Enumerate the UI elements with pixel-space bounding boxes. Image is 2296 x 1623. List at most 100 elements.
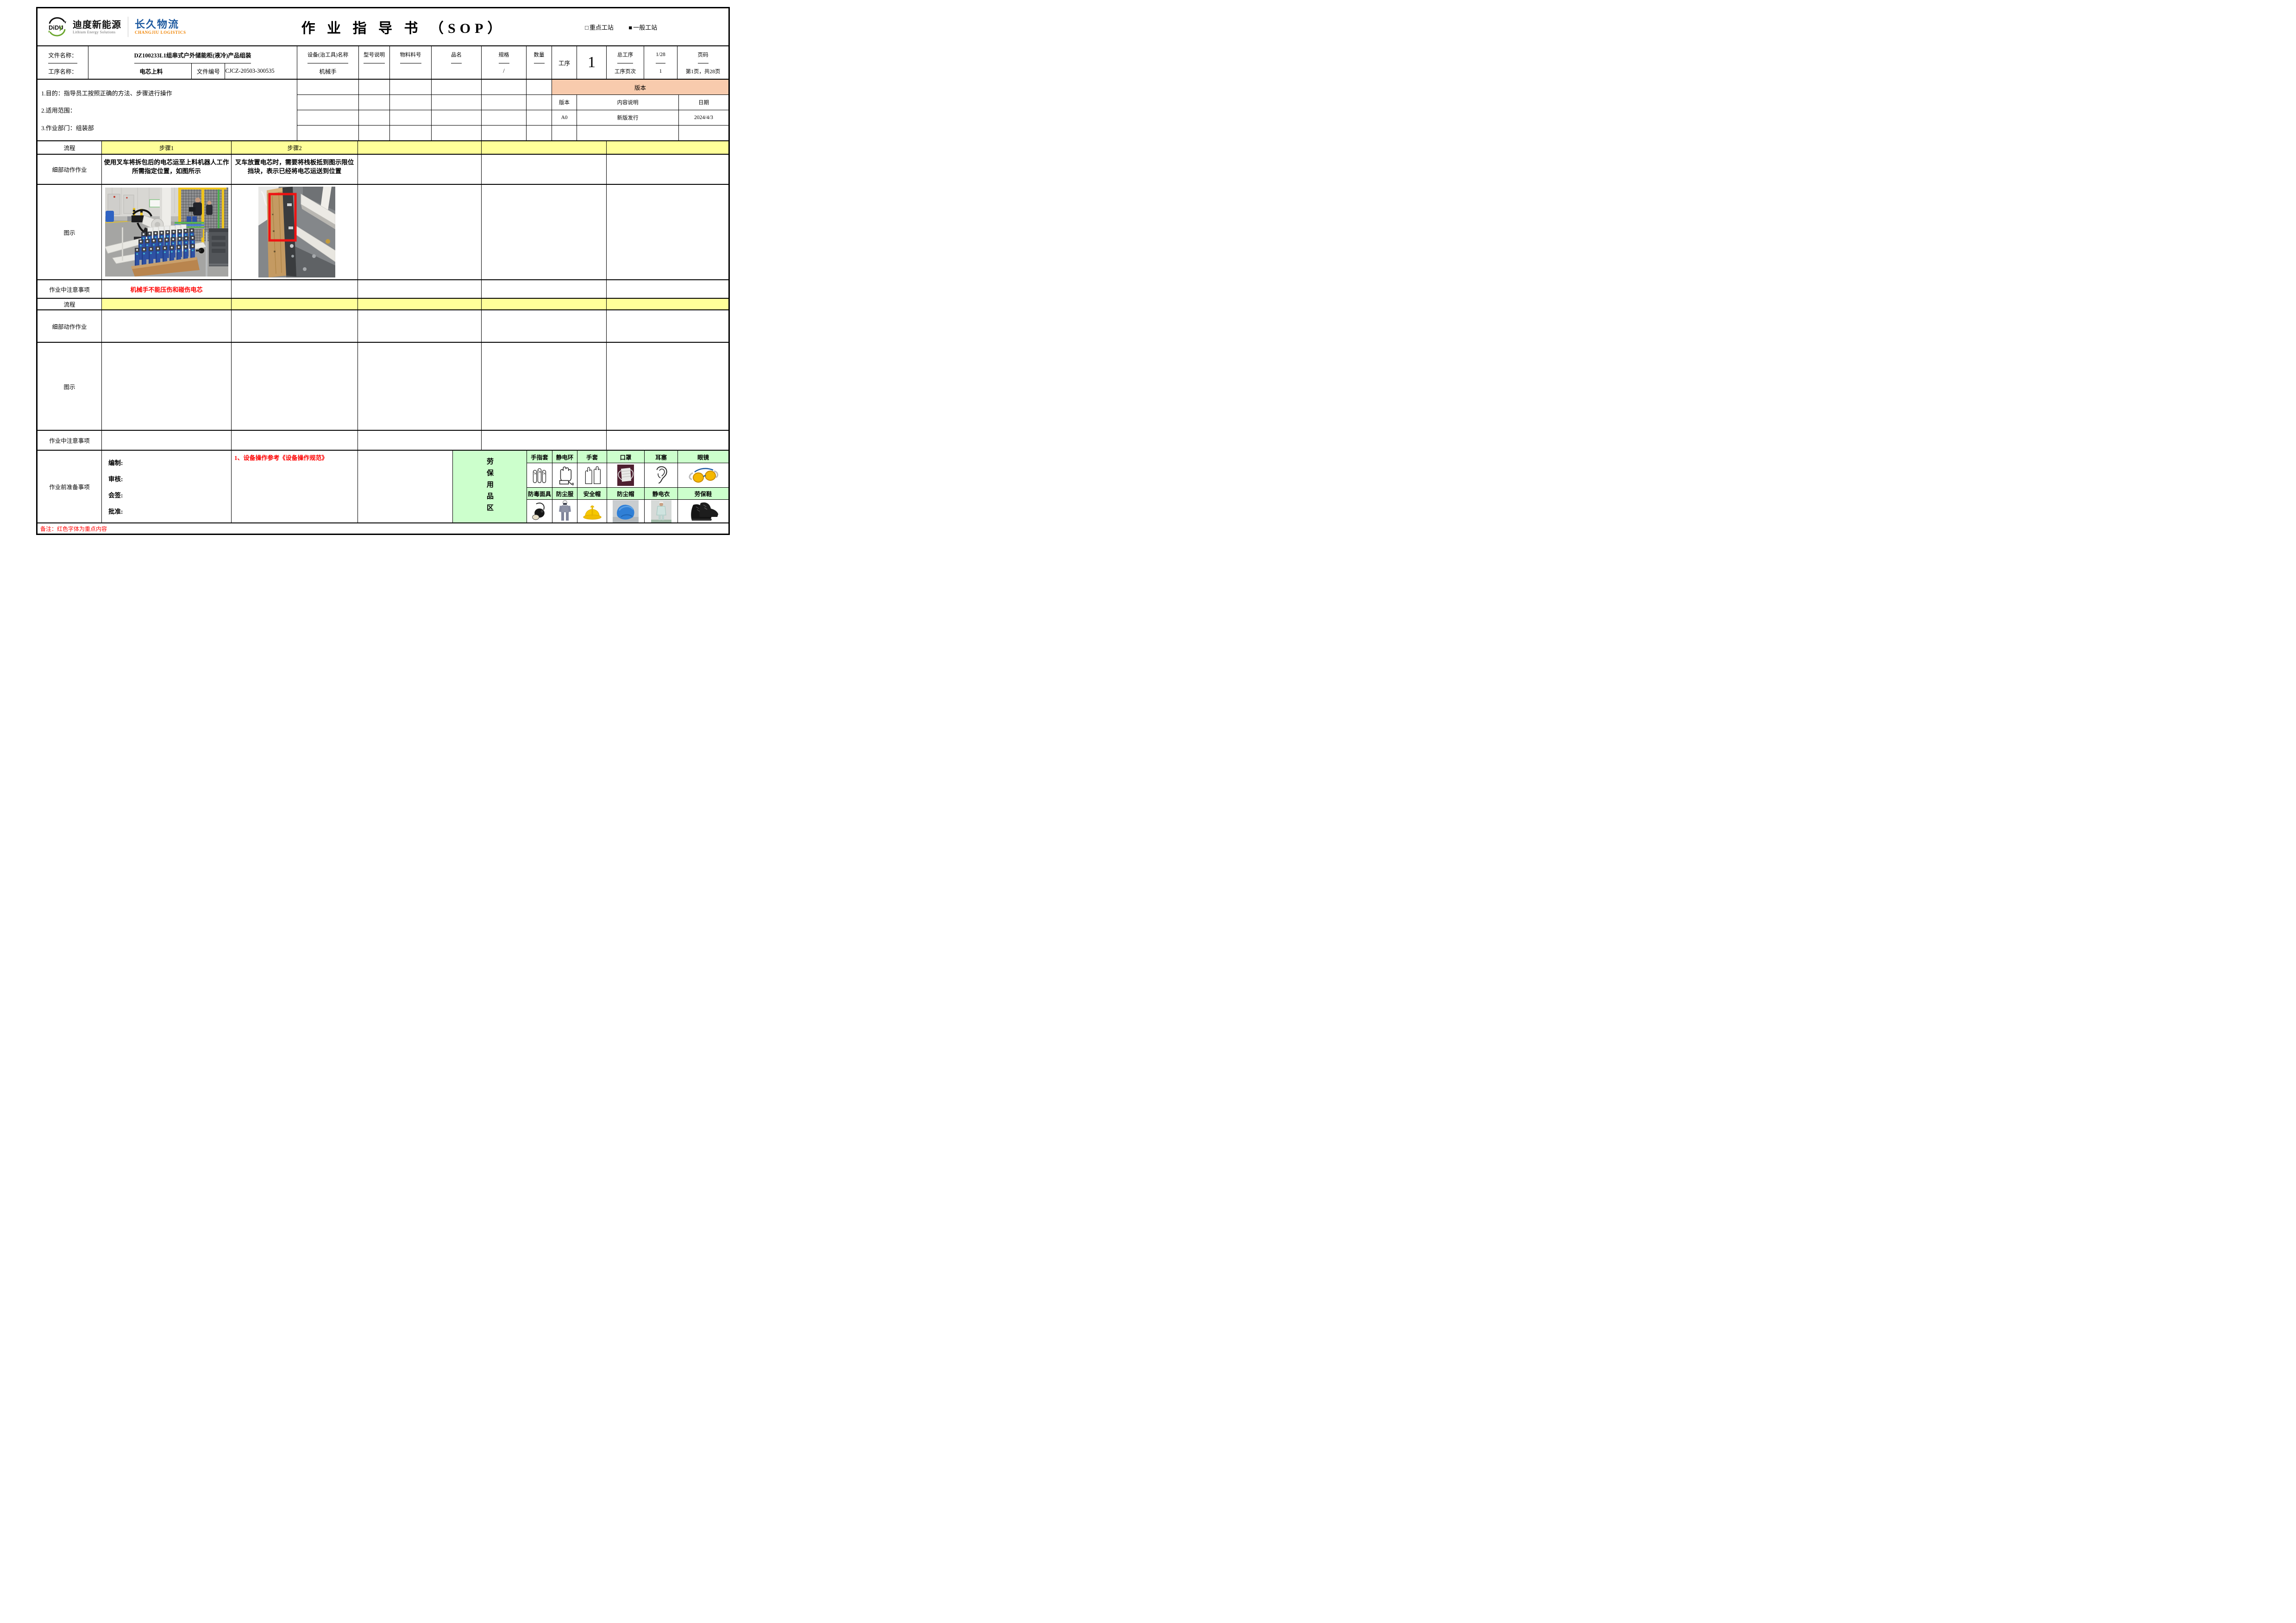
sop-page: DiDU 迪度新能源 Lithium Energy Solutions 长久物流… xyxy=(0,0,765,541)
info-col-labels: 文件名称： 工序名称： xyxy=(38,46,88,79)
spec-value: / xyxy=(503,63,504,79)
illustration-label-2: 图示 xyxy=(38,343,102,430)
department-line: 3.作业部门：组装部 xyxy=(41,123,94,132)
didu-logo-text: 迪度新能源 Lithium Energy Solutions xyxy=(73,20,121,34)
ppe-area: 劳保用品区 手指套 静电环 手套 口罩 耳塞 眼镜 xyxy=(453,451,728,522)
doc-no-label: 文件编号 xyxy=(192,63,225,79)
total-process-label: 总工序 xyxy=(617,46,634,63)
illustration-row-2: 图示 xyxy=(38,343,728,431)
model-label: 型号说明 xyxy=(364,46,385,63)
ppe-header-row-2: 防毒面具 防尘服 安全帽 防尘帽 静电衣 劳保鞋 xyxy=(527,488,728,500)
finger-cots-icon xyxy=(531,465,548,485)
sop-sheet: DiDU 迪度新能源 Lithium Energy Solutions 长久物流… xyxy=(36,7,730,535)
step1-photo-cell xyxy=(102,185,232,279)
station-type-checkboxes: □重点工站 ■一般工站 xyxy=(585,23,728,31)
detail-row-2: 细部动作作业 xyxy=(38,310,728,343)
process-page-value: 1 xyxy=(659,63,662,79)
flow-row-2: 流程 xyxy=(38,299,728,310)
general-station-checkbox: ■一般工站 xyxy=(628,24,657,31)
hard-hat-icon xyxy=(582,501,603,522)
step1-text: 使用叉车将拆包后的电芯运至上料机器人工作所需指定位置，如图所示 xyxy=(102,158,231,176)
qty-label: 数量 xyxy=(534,46,545,63)
prepared-by-line: 编制: xyxy=(108,458,123,467)
ppe-area-label-cell: 劳保用品区 xyxy=(453,451,527,522)
date-col-label: 日期 xyxy=(679,95,728,110)
footer-note-row: 备注：红色字体为重点内容 xyxy=(38,523,728,534)
purpose-block: 1.目的：指导员工按照正确的方法、步骤进行操作 2.适用范围： 3.作业部门：组… xyxy=(38,80,297,140)
process-name-label: 工序名称： xyxy=(48,63,77,79)
version-cols-row: 版本 内容说明 日期 xyxy=(552,95,728,110)
step2-photo-cell xyxy=(232,185,358,279)
page-label: 页码 xyxy=(698,46,709,63)
caution-label: 作业中注意事项 xyxy=(38,280,102,298)
total-process-value: 1/28 xyxy=(656,46,665,63)
caution-row-1: 作业中注意事项 机械手不能压伤和碰伤电芯 xyxy=(38,280,728,299)
equipment-value: 机械手 xyxy=(319,63,337,79)
gas-mask-icon xyxy=(531,501,548,522)
preparation-section: 作业前准备事项 编制: 审核: 会签: 批准: 1、设备操作参考《设备操作规范》… xyxy=(38,451,728,523)
page-col: 页码 第1页，共28页 xyxy=(678,46,728,79)
prep-label: 作业前准备事项 xyxy=(38,451,102,522)
process-label: 工序 xyxy=(552,46,577,79)
product-label: 品名 xyxy=(451,46,462,63)
ppe-icon-row-1 xyxy=(527,463,728,488)
didu-name: 迪度新能源 xyxy=(73,20,121,30)
material-label: 物料料号 xyxy=(400,46,421,63)
safety-shoes-icon xyxy=(687,500,720,522)
step4-header xyxy=(482,141,607,154)
model-col: 型号说明 xyxy=(359,46,390,79)
process-name-row: 电芯上料 文件编号 CJCZ-20503-300535 xyxy=(111,63,274,79)
illustration-row-1: 图示 xyxy=(38,185,728,280)
process-name-value: 电芯上料 xyxy=(111,63,192,79)
step5-header xyxy=(607,141,728,154)
esd-wrist-strap-icon xyxy=(556,465,574,486)
caution-text: 机械手不能压伤和碰伤电芯 xyxy=(102,280,232,298)
flow-label-2: 流程 xyxy=(38,299,102,309)
desc-col-label: 内容说明 xyxy=(577,95,679,110)
equipment-label: 设备(治工具)名称 xyxy=(307,46,348,63)
ppe-area-label: 劳保用品区 xyxy=(485,458,495,516)
face-mask-icon xyxy=(616,464,635,486)
changjiu-name: 长久物流 xyxy=(135,19,186,30)
total-process-col: 总工序 工序页次 xyxy=(607,46,644,79)
ppe-icon-row-2 xyxy=(527,500,728,522)
dust-suit-icon xyxy=(557,500,573,522)
equipment-col: 设备(治工具)名称 机械手 xyxy=(297,46,359,79)
gloves-icon xyxy=(582,465,602,486)
purpose-version-section: 1.目的：指导员工按照正确的方法、步骤进行操作 2.适用范围： 3.作业部门：组… xyxy=(38,80,728,141)
caution-label-2: 作业中注意事项 xyxy=(38,431,102,450)
approved-by-line: 批准: xyxy=(108,506,123,516)
svg-text:DiDU: DiDU xyxy=(49,24,63,31)
header-band: DiDU 迪度新能源 Lithium Energy Solutions 长久物流… xyxy=(38,8,728,46)
info-table: 文件名称： 工序名称： DZ100233L1组串式户外储能柜(液冷)产品组装 电… xyxy=(38,46,728,80)
ppe-header-row-1: 手指套 静电环 手套 口罩 耳塞 眼镜 xyxy=(527,451,728,463)
robot-cell-loading-photo xyxy=(105,188,228,277)
countersign-line: 会签: xyxy=(108,490,123,499)
pallet-limit-stop-photo xyxy=(258,187,335,277)
process-page-label: 工序页次 xyxy=(615,63,636,79)
detail-label-2: 细部动作作业 xyxy=(38,310,102,342)
dust-cap-icon xyxy=(613,500,639,522)
process-number: 1 xyxy=(577,46,607,79)
step3-header xyxy=(358,141,482,154)
page-title: 作 业 指 导 书 （SOP） xyxy=(222,17,585,37)
qty-col: 数量 xyxy=(527,46,552,79)
info-col-values: DZ100233L1组串式户外储能柜(液冷)产品组装 电芯上料 文件编号 CJC… xyxy=(88,46,297,79)
didu-subtitle: Lithium Energy Solutions xyxy=(73,30,121,34)
version-block: 版本 版本 内容说明 日期 A0 新版发行 2024/4/3 xyxy=(552,80,728,140)
ear-plug-icon xyxy=(652,465,671,486)
esd-clothes-icon xyxy=(651,500,671,522)
footer-note: 备注：红色字体为重点内容 xyxy=(40,525,107,533)
detail-label: 细部动作作业 xyxy=(38,155,102,184)
spec-col: 规格 / xyxy=(482,46,527,79)
version-value: A0 xyxy=(552,110,577,125)
version-header: 版本 xyxy=(552,80,728,95)
step1-header: 步骤1 xyxy=(102,141,232,154)
version-row-a0: A0 新版发行 2024/4/3 xyxy=(552,110,728,126)
changjiu-subtitle: CHANGJIU LOGISTICS xyxy=(135,30,186,35)
spec-label: 规格 xyxy=(499,46,509,63)
safety-glasses-icon xyxy=(688,465,719,486)
page-no-value: 第1页，共28页 xyxy=(686,63,721,79)
changjiu-logo-text: 长久物流 CHANGJIU LOGISTICS xyxy=(135,19,186,34)
version-desc: 新版发行 xyxy=(577,110,679,125)
